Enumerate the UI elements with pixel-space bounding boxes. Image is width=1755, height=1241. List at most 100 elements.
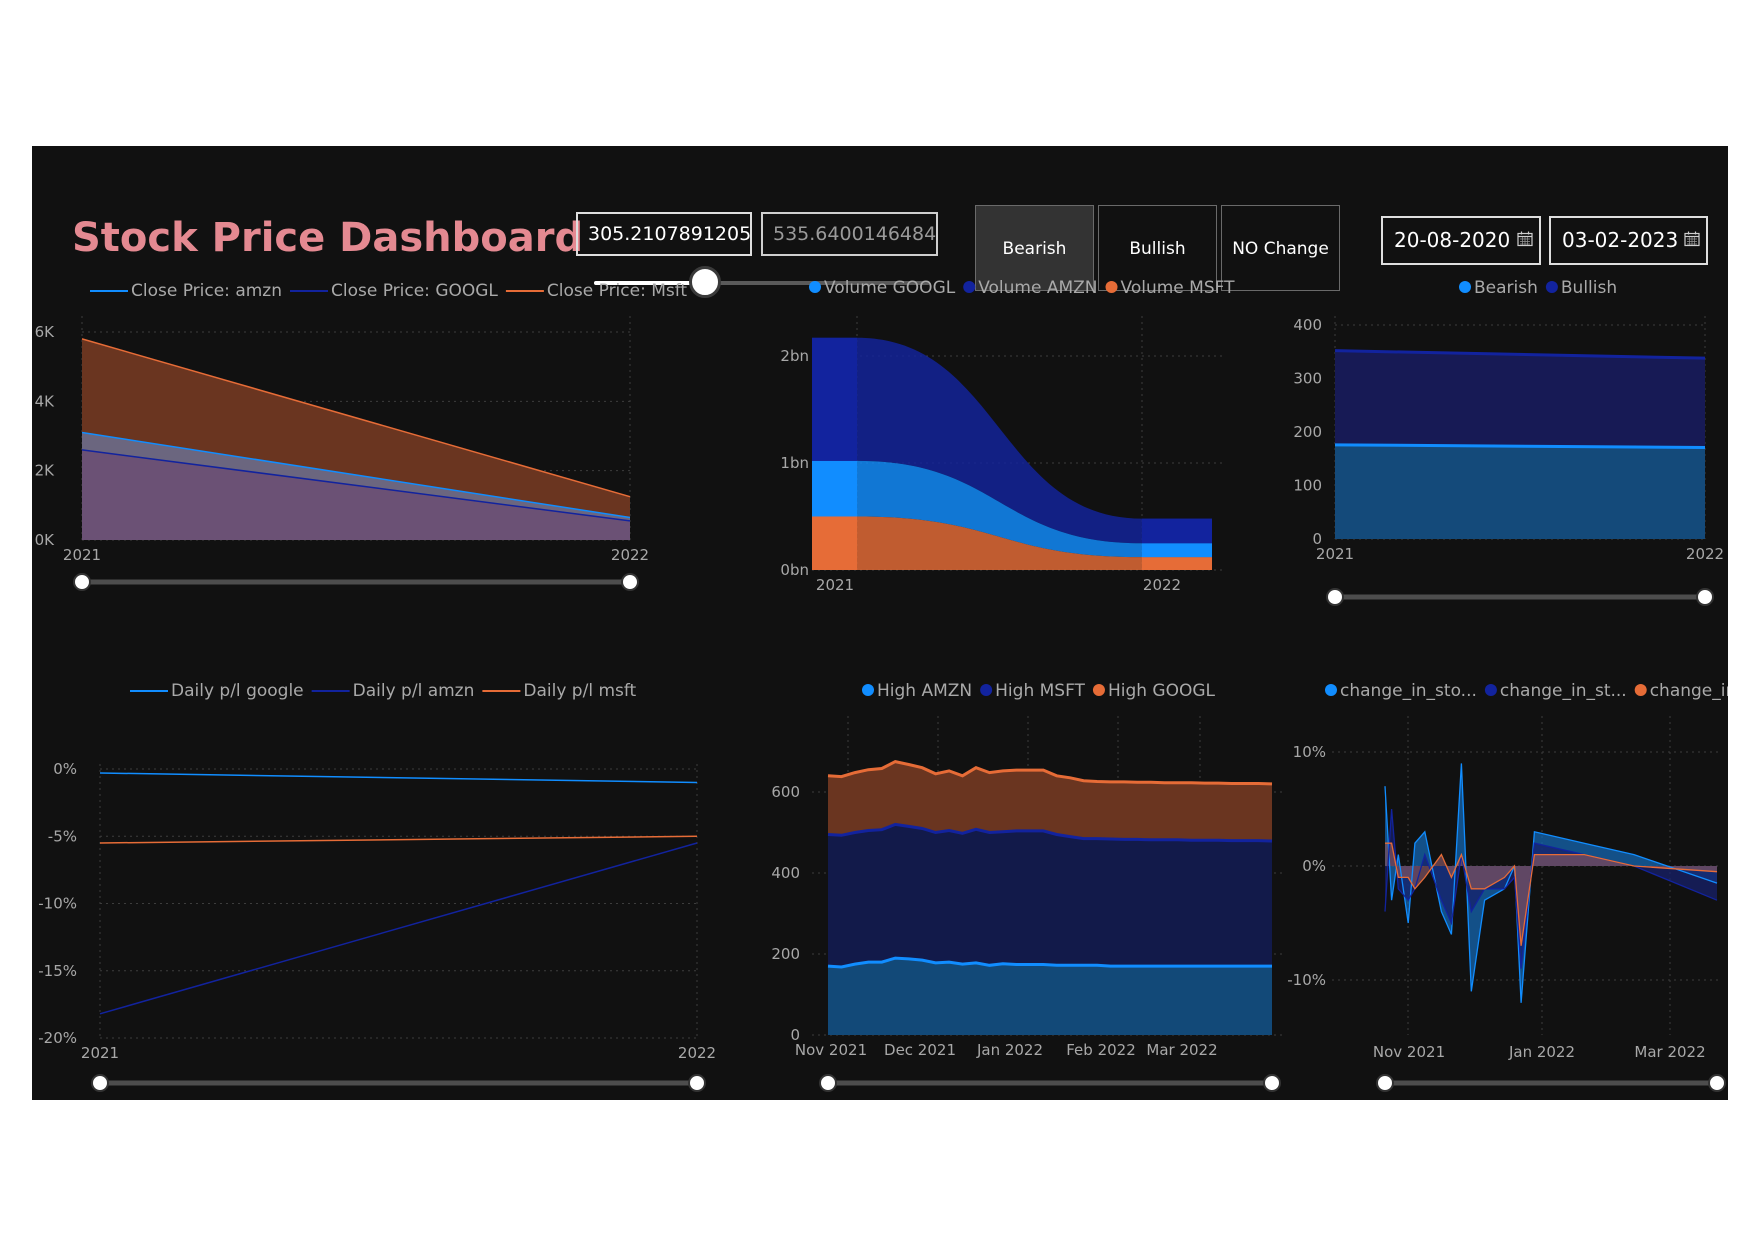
x-tick-label: Dec 2021	[884, 1041, 956, 1059]
legend-dot-marker	[1459, 281, 1471, 293]
daily-pl-chart: 0% -5% -10% -15% -20%2021 2022 Daily p/l googl…	[38, 681, 716, 1092]
y-tick-label: 400	[771, 864, 800, 882]
legend-label: change_in_st...	[1650, 681, 1728, 701]
y-tick-label: -10%	[38, 895, 77, 913]
daily-pl-slider-end-handle[interactable]	[688, 1074, 706, 1092]
legend-dot-marker	[1092, 684, 1105, 696]
legend-dot-marker	[1634, 684, 1647, 696]
legend-label: change_in_st...	[1500, 681, 1627, 701]
bearish-bullish-slider-start-handle[interactable]	[1326, 588, 1344, 606]
legend-label: High GOOGL	[1108, 681, 1216, 701]
calendar-icon[interactable]	[1517, 231, 1533, 247]
legend-label: Close Price: Msft	[547, 281, 688, 301]
x-tick-label: Mar 2022	[1146, 1041, 1217, 1059]
y-tick-label: 6K	[35, 323, 56, 341]
calendar-icon[interactable]	[1684, 231, 1700, 247]
x-tick-label: 2022	[1686, 545, 1724, 563]
x-tick-label: Mar 2022	[1634, 1043, 1705, 1061]
high-slider-end-handle[interactable]	[1263, 1074, 1281, 1092]
page-title: Stock Price Dashboard	[72, 215, 584, 261]
y-tick-label: -20%	[38, 1029, 77, 1047]
legend-dot-marker	[963, 281, 976, 293]
volume-block	[1142, 557, 1212, 570]
x-tick-label: Nov 2021	[1373, 1043, 1445, 1061]
volume-block	[1142, 543, 1212, 558]
legend-dot-marker	[1545, 281, 1558, 293]
change-slider-end-handle[interactable]	[1708, 1074, 1726, 1092]
series-line	[99, 835, 698, 844]
high-price-chart: 0200400600Nov 2021 Dec 2021 Jan 2022 Feb 20…	[771, 681, 1282, 1092]
legend-dot-marker	[1105, 281, 1118, 293]
x-tick-label: 2022	[611, 546, 649, 564]
end-date-input[interactable]: 03-02-2023	[1549, 216, 1708, 265]
y-tick-label: -5%	[48, 827, 77, 845]
dashboard-canvas: Stock Price Dashboard 305.2107891205 535…	[32, 146, 1728, 1100]
change-slider-start-handle[interactable]	[1376, 1074, 1394, 1092]
y-tick-label: 100	[1293, 477, 1322, 495]
y-tick-label: 0%	[1302, 857, 1326, 875]
volume-chart: 0bn 1bn 2bn 2021 2022 Volume GOOGL Volume AMZN…	[780, 278, 1235, 594]
change-in-stock-chart: 10% 0% -10% Nov 2021 Jan 2022 Mar 2022 change_…	[1287, 681, 1728, 1092]
high-slider-start-handle[interactable]	[819, 1074, 837, 1092]
bearish-bullish-slider-end-handle[interactable]	[1696, 588, 1714, 606]
close-price-slider-start-handle[interactable]	[73, 573, 91, 591]
y-tick-label: 2bn	[780, 347, 809, 365]
series-line	[99, 772, 698, 784]
x-tick-label: 2021	[816, 576, 854, 594]
legend-dot-marker	[862, 684, 874, 696]
y-tick-label: 0bn	[780, 561, 809, 579]
series-area	[1385, 809, 1717, 969]
close-price-slider-end-handle[interactable]	[621, 573, 639, 591]
x-tick-label: Nov 2021	[795, 1041, 867, 1059]
volume-block	[812, 460, 857, 517]
close-price-chart: 0K 2K 4K 6K 2021 2022 Close Price: amzn Close P…	[35, 281, 687, 591]
legend-label: Volume MSFT	[1121, 278, 1236, 298]
y-tick-label: 300	[1293, 370, 1322, 388]
x-tick-label: 2021	[1316, 545, 1354, 563]
y-tick-label: 400	[1293, 316, 1322, 334]
range-slider-handle[interactable]	[689, 266, 721, 298]
y-tick-label: 0K	[35, 531, 56, 549]
y-tick-label: 200	[1293, 423, 1322, 441]
y-tick-label: 600	[771, 783, 800, 801]
legend-label: Daily p/l msft	[523, 681, 636, 701]
legend-label: Bullish	[1561, 278, 1617, 298]
legend-label: Close Price: amzn	[131, 281, 282, 301]
range-min-input[interactable]: 305.2107891205	[576, 212, 752, 256]
x-tick-label: Jan 2022	[976, 1041, 1043, 1059]
bearish-bullish-chart: 01002003004002021 2022Bearish Bullish	[1293, 278, 1724, 606]
volume-block	[1142, 518, 1212, 544]
start-date-input[interactable]: 20-08-2020	[1381, 216, 1541, 265]
volume-block	[812, 516, 857, 570]
series-line	[1384, 808, 1718, 969]
y-tick-label: 200	[771, 945, 800, 963]
x-tick-label: 2021	[63, 546, 101, 564]
start-date-value: 20-08-2020	[1394, 228, 1511, 252]
legend-label: Volume GOOGL	[824, 278, 956, 298]
y-tick-label: 1bn	[780, 454, 809, 472]
daily-pl-slider-start-handle[interactable]	[91, 1074, 109, 1092]
bearish-area	[1335, 444, 1705, 539]
legend-dot-marker	[980, 684, 993, 696]
legend-dot-marker	[809, 281, 821, 293]
y-tick-label: -15%	[38, 962, 77, 980]
legend-label: Daily p/l amzn	[353, 681, 475, 701]
x-tick-label: Jan 2022	[1508, 1043, 1575, 1061]
legend-dot-marker	[1325, 684, 1337, 696]
volume-block	[812, 337, 857, 461]
y-tick-label: 0%	[53, 760, 77, 778]
x-tick-label: 2021	[81, 1044, 119, 1062]
legend-label: Close Price: GOOGL	[331, 281, 498, 301]
y-tick-label: 4K	[35, 392, 56, 410]
no-change-button[interactable]: NO Change	[1221, 205, 1340, 291]
x-tick-label: 2022	[1143, 576, 1181, 594]
legend-label: High MSFT	[995, 681, 1085, 701]
y-tick-label: 2K	[35, 462, 56, 480]
series-area	[828, 958, 1272, 1035]
end-date-value: 03-02-2023	[1562, 228, 1679, 252]
series-line	[99, 842, 698, 1015]
y-tick-label: 10%	[1293, 743, 1326, 761]
x-tick-label: 2022	[678, 1044, 716, 1062]
range-max-input[interactable]: 535.6400146484	[761, 212, 938, 256]
legend-dot-marker	[1484, 684, 1497, 696]
